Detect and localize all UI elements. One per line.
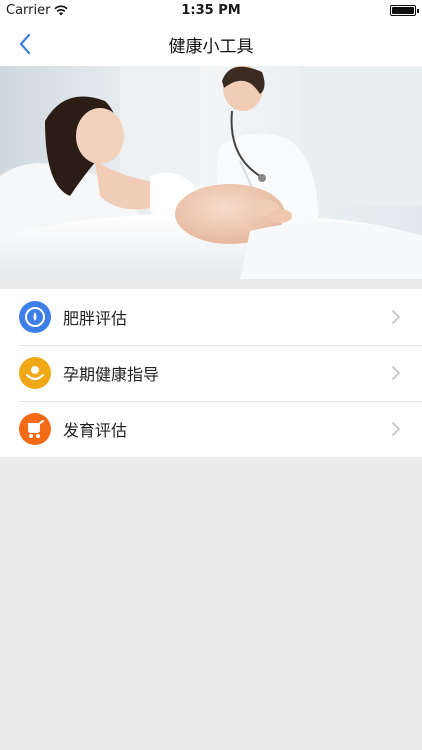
obesity-scale-icon	[19, 301, 51, 333]
chevron-right-icon	[392, 366, 400, 380]
stroller-icon	[19, 413, 51, 445]
list-item-label: 肥胖评估	[63, 309, 128, 328]
navigation-bar: 健康小工具	[0, 22, 422, 66]
list-item-development-assessment[interactable]: 发育评估	[0, 401, 422, 457]
doctor-pregnant-patient-illustration	[0, 66, 422, 279]
list-item-obesity-assessment[interactable]: 肥胖评估	[0, 289, 422, 345]
clock: 1:35 PM	[181, 3, 241, 18]
status-bar: Carrier 1:35 PM	[0, 0, 422, 22]
battery-icon	[390, 5, 419, 16]
list-item-label: 发育评估	[63, 421, 128, 440]
list-item-pregnancy-guidance[interactable]: 孕期健康指导	[0, 345, 422, 401]
list-item-label: 孕期健康指导	[63, 365, 160, 384]
page-title: 健康小工具	[168, 36, 254, 57]
pregnancy-guidance-icon	[19, 357, 51, 389]
tools-list: 肥胖评估 孕期健康指导 发育评估	[0, 289, 422, 457]
chevron-right-icon	[392, 422, 400, 436]
chevron-right-icon	[392, 310, 400, 324]
back-arrow-icon[interactable]	[14, 31, 38, 57]
banner-image	[0, 66, 422, 279]
